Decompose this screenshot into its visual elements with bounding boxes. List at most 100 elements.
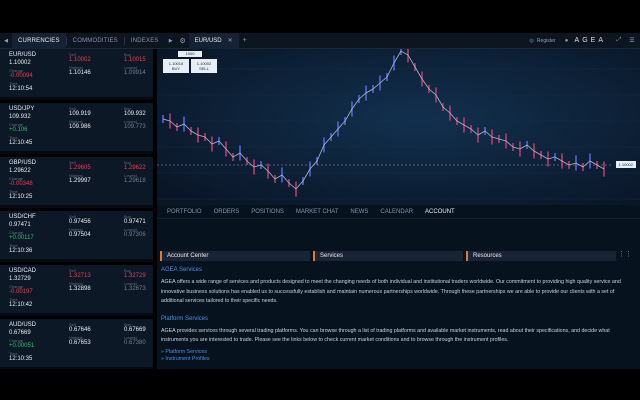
sell-price[interactable]: 0.67646 (69, 327, 113, 335)
buy-button[interactable]: 1.10015 BUY (163, 59, 189, 73)
buy-price[interactable]: 1.32729 (124, 273, 153, 281)
instrument-price: 109.932 (9, 114, 31, 120)
instrument-symbol: USD/CAD (9, 268, 37, 274)
resources-button[interactable]: Resources (466, 251, 616, 261)
instrument-change: +0.106 (9, 127, 28, 133)
menu-icon[interactable]: ☰ (627, 33, 637, 49)
account-content: AGEA Services AGEA offers a wide range o… (161, 267, 631, 364)
chart-background (157, 49, 640, 205)
sell-price[interactable]: 109.919 (69, 111, 113, 119)
section-title-agea-services: AGEA Services (161, 267, 203, 273)
buy-price[interactable]: 0.67669 (124, 327, 153, 335)
instrument-card[interactable]: EUR/USD 1.10002 Change -0.00094 Time 12:10:54… (0, 49, 153, 100)
instrument-symbol: AUD/USD (9, 322, 37, 328)
instrument-list: EUR/USD 1.10002 Change -0.00094 Time 12:10:54… (0, 49, 153, 369)
tab-news[interactable]: NEWS (344, 205, 374, 219)
instrument-change: +0.00051 (9, 343, 35, 349)
highest-price: 109.986 (69, 124, 91, 130)
instrument-price: 0.97471 (9, 222, 31, 228)
instrument-card[interactable]: AUD/USD 0.67669 Change +0.00051 Time 12:10:35… (0, 319, 153, 369)
highest-price: 1.32898 (69, 286, 91, 292)
tab-orders[interactable]: ORDERS (208, 205, 246, 219)
sell-price[interactable]: 1.29605 (69, 165, 113, 173)
instrument-change: +0.00117 (9, 235, 34, 241)
instrument-price: 0.67669 (9, 330, 31, 336)
instrument-card[interactable]: USD/CHF 0.97471 Change +0.00117 Time 12:10:36… (0, 211, 153, 262)
instrument-time: 12:10:54 (9, 86, 33, 92)
register-label: Register (536, 37, 556, 44)
instrument-time: 12:10:45 (9, 140, 33, 146)
chart-tab-label: EUR/USD (194, 37, 222, 44)
instrument-change: -0.00094 (9, 73, 33, 79)
user-icon[interactable]: ● (562, 33, 572, 49)
instrument-time: 12:10:36 (9, 248, 33, 254)
instrument-price: 1.32729 (9, 276, 31, 282)
instrument-time: 12:10:35 (9, 356, 33, 362)
instrument-profiles-link[interactable]: » Instrument Profiles (161, 356, 631, 364)
top-toolbar: ◀ CURRENCIES COMMODITIES INDEXES ▶ ⚙ EUR… (0, 32, 640, 49)
section-text-agea-services: AGEA offers a wide range of services and… (161, 279, 621, 304)
sell-button[interactable]: 1.10002 SELL (191, 59, 217, 73)
highest-price: 0.67653 (69, 340, 91, 346)
brand-logo: AGEA (574, 37, 606, 44)
letterbox-bottom (0, 369, 640, 400)
candlestick-chart (157, 49, 640, 205)
globe-icon: ◎ (529, 37, 534, 44)
tab-currencies[interactable]: CURRENCIES (12, 32, 66, 49)
scroll-right-icon[interactable]: ▶ (165, 38, 177, 44)
instrument-price: 1.29622 (9, 168, 31, 174)
panel-tabs: PORTFOLIO ORDERS POSITIONS MARKET CHAT N… (157, 205, 640, 219)
scroll-left-icon[interactable]: ◀ (0, 38, 12, 44)
quick-trade-box: 1000 1.10015 BUY 1.10002 SELL (160, 51, 220, 76)
highest-price: 1.10146 (69, 70, 91, 76)
buy-price[interactable]: 1.29622 (124, 165, 153, 173)
add-tab-icon[interactable]: + (239, 33, 251, 49)
highest-price: 1.29997 (69, 178, 91, 184)
tab-account[interactable]: ACCOUNT (419, 205, 461, 219)
sell-price[interactable]: 1.10002 (69, 57, 113, 65)
buy-price[interactable]: 1.10015 (124, 57, 153, 65)
sell-price[interactable]: 0.97456 (69, 219, 113, 227)
instrument-time: 12:10:42 (9, 302, 33, 308)
services-button[interactable]: Services (313, 251, 463, 261)
instrument-symbol: EUR/USD (9, 52, 37, 58)
price-chart[interactable] (157, 49, 640, 205)
section-text-platform-services: AGEA provides services through several t… (161, 327, 610, 344)
last-price-tag: 1.10002 (615, 161, 636, 168)
tab-portfolio[interactable]: PORTFOLIO (161, 205, 208, 219)
instrument-change: -0.00348 (9, 181, 33, 187)
sell-label: SELL (199, 66, 209, 71)
tab-positions[interactable]: POSITIONS (245, 205, 290, 219)
instrument-time: 12:10:25 (9, 194, 33, 200)
register-link[interactable]: ◎ Register (530, 38, 556, 44)
tab-calendar[interactable]: CALENDAR (374, 205, 419, 219)
tab-market-chat[interactable]: MARKET CHAT (290, 205, 344, 219)
instrument-card[interactable]: USD/JPY 109.932 Change +0.106 Time 12:10:45 Se… (0, 103, 153, 154)
instrument-price: 1.10002 (9, 60, 31, 66)
lot-size[interactable]: 1000 (178, 51, 202, 57)
settings-gear-icon[interactable]: ⚙ (177, 33, 189, 49)
lowest-price: 1.32673 (124, 286, 146, 292)
buy-price[interactable]: 0.97471 (124, 219, 153, 227)
close-icon[interactable]: ✕ (228, 33, 233, 49)
tab-commodities[interactable]: COMMODITIES (67, 33, 124, 49)
buy-price[interactable]: 109.932 (124, 111, 153, 119)
lowest-price: 1.29618 (124, 178, 146, 184)
platform-services-link[interactable]: » Platform Services (161, 349, 631, 357)
fullscreen-icon[interactable]: ⤢ (614, 33, 624, 49)
letterbox-top (0, 0, 640, 33)
section-title-platform-services: Platform Services (161, 315, 209, 322)
lowest-price: 0.97306 (124, 232, 146, 238)
highest-price: 0.97504 (69, 232, 91, 238)
instrument-card[interactable]: USD/CAD 1.32729 Change -0.00197 Time 12:10:42… (0, 265, 153, 316)
grid-menu-icon[interactable]: ⋮⋮ (618, 250, 632, 258)
tab-indexes[interactable]: INDEXES (125, 33, 165, 49)
buy-label: BUY (171, 66, 181, 71)
instrument-symbol: USD/JPY (9, 106, 35, 112)
instrument-card[interactable]: GBP/USD 1.29622 Change -0.00348 Time 12:10:25… (0, 157, 153, 208)
chart-tab-eurusd[interactable]: EUR/USD ✕ (188, 32, 239, 49)
lowest-price: 0.67380 (124, 340, 146, 346)
sell-price[interactable]: 1.32713 (69, 273, 113, 281)
account-center-button[interactable]: Account Center (160, 251, 310, 261)
lowest-price: 109.773 (124, 124, 146, 130)
